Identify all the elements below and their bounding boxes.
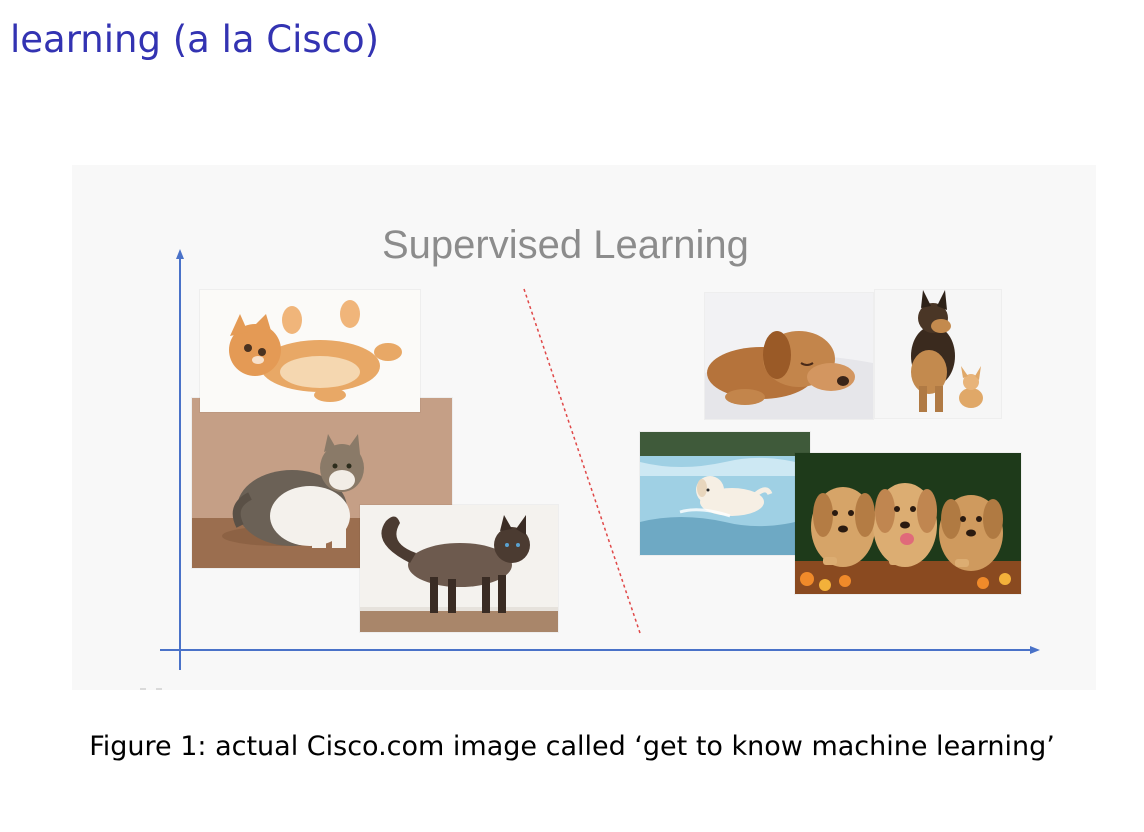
sleeping-puppy-photo xyxy=(705,293,873,419)
three-golden-puppies-photo xyxy=(795,453,1021,594)
supervised-learning-figure: Supervised Learning xyxy=(72,165,1096,690)
x-axis-arrow xyxy=(1030,646,1040,654)
siamese-cat-photo xyxy=(360,505,558,632)
y-axis-arrow xyxy=(176,249,184,259)
kitten-photo xyxy=(200,290,420,412)
puppy-running-in-water-photo xyxy=(640,432,810,555)
figure-heading: Supervised Learning xyxy=(382,223,749,267)
shepherd-and-chihuahua-photo xyxy=(875,290,1001,418)
slide-title: learning (a la Cisco) xyxy=(10,18,380,61)
figure-caption: Figure 1: actual Cisco.com image called … xyxy=(89,731,1055,762)
